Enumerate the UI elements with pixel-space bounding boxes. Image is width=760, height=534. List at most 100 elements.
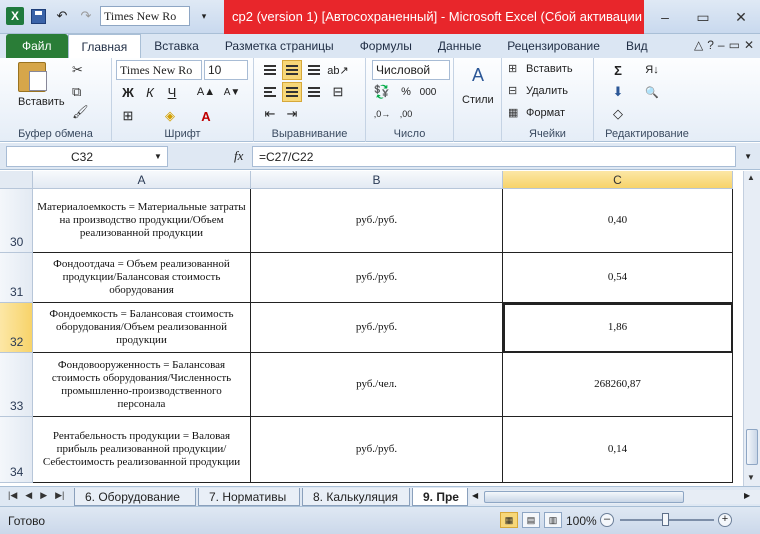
zoom-out-icon[interactable]: – (600, 513, 614, 527)
currency-format-icon[interactable]: 💱 (372, 82, 392, 102)
cell-b33[interactable]: руб./чел. (251, 353, 503, 417)
align-top-icon[interactable] (260, 60, 280, 80)
paste-button-label[interactable]: Вставить (18, 96, 65, 108)
redo-icon[interactable]: ↷ (76, 6, 96, 26)
tab-view[interactable]: Вид (613, 34, 661, 58)
expand-formula-bar-icon[interactable]: ▼ (744, 152, 752, 161)
next-sheet-icon[interactable]: ▶ (40, 490, 47, 501)
cell-c31[interactable]: 0,54 (503, 253, 733, 303)
cell-b34[interactable]: руб./руб. (251, 417, 503, 483)
close-icon[interactable]: ✕ (722, 0, 760, 34)
styles-icon[interactable]: A (466, 62, 490, 88)
name-box[interactable]: C32 (6, 146, 168, 167)
shrink-font-icon[interactable]: A▼ (222, 82, 242, 102)
tab-page-layout[interactable]: Разметка страницы (212, 34, 347, 58)
percent-format-icon[interactable]: % (396, 82, 416, 102)
sheet-tab-7[interactable]: 7. Нормативы (198, 488, 300, 506)
save-icon[interactable] (28, 6, 48, 26)
merge-center-icon[interactable]: ⊟ (328, 82, 348, 102)
fill-color-icon[interactable]: ◈ (160, 106, 180, 126)
row-header-32[interactable]: 32 (0, 303, 33, 353)
page-break-view-icon[interactable]: ▥ (544, 512, 562, 528)
scroll-down-icon[interactable]: ▼ (747, 473, 755, 482)
maximize-icon[interactable]: ▭ (684, 0, 722, 34)
font-color-icon[interactable]: A (196, 106, 216, 126)
format-painter-icon[interactable]: 🖌 (72, 104, 89, 120)
sheet-tab-6[interactable]: 6. Оборудование (74, 488, 196, 506)
align-center-icon[interactable] (282, 82, 302, 102)
cell-b30[interactable]: руб./руб. (251, 189, 503, 253)
cell-c32-selected[interactable]: 1,86 (503, 303, 733, 353)
tab-review[interactable]: Рецензирование (494, 34, 613, 58)
cell-b32[interactable]: руб./руб. (251, 303, 503, 353)
align-right-icon[interactable] (304, 82, 324, 102)
insert-cells-icon[interactable]: ⊞ (508, 62, 517, 75)
increase-decimal-icon[interactable]: ,0→ (372, 104, 392, 124)
cell-c30[interactable]: 0,40 (503, 189, 733, 253)
format-cells-icon[interactable]: ▦ (508, 106, 518, 119)
workbook-close-icon[interactable]: ✕ (744, 38, 754, 52)
cell-a34[interactable]: Рентабельность продукции = Валовая прибы… (33, 417, 251, 483)
scroll-right-icon[interactable]: ▶ (744, 491, 750, 500)
row-header-30[interactable]: 30 (0, 189, 33, 253)
align-left-icon[interactable] (260, 82, 280, 102)
font-size-combo[interactable]: 10 (204, 60, 248, 80)
decrease-indent-icon[interactable]: ⇤ (260, 104, 280, 124)
borders-icon[interactable]: ⊞ (118, 106, 138, 126)
workbook-minimize-icon[interactable]: – (718, 38, 725, 52)
insert-function-icon[interactable]: fx (234, 148, 243, 164)
tab-file[interactable]: Файл (6, 34, 68, 58)
workbook-restore-icon[interactable]: ▭ (729, 38, 740, 52)
scroll-up-icon[interactable]: ▲ (747, 173, 755, 182)
tab-formulas[interactable]: Формулы (347, 34, 425, 58)
first-sheet-icon[interactable]: |◀ (8, 490, 17, 501)
row-header-33[interactable]: 33 (0, 353, 33, 417)
fill-icon[interactable]: ⬇ (608, 82, 628, 102)
sheet-tab-8[interactable]: 8. Калькуляция (302, 488, 410, 506)
help-icon[interactable]: ? (707, 38, 714, 52)
italic-icon[interactable]: К (140, 82, 160, 102)
cell-c33[interactable]: 268260,87 (503, 353, 733, 417)
horizontal-scrollbar[interactable]: ◀ ▶ (470, 490, 760, 504)
tab-home[interactable]: Главная (67, 34, 142, 58)
cell-b31[interactable]: руб./руб. (251, 253, 503, 303)
orientation-icon[interactable]: ab↗ (327, 60, 348, 80)
paste-icon[interactable] (18, 62, 47, 92)
formula-input[interactable]: =C27/C22 (252, 146, 736, 167)
customize-qat-icon[interactable]: ▾ (194, 6, 214, 26)
increase-indent-icon[interactable]: ⇥ (282, 104, 302, 124)
prev-sheet-icon[interactable]: ◀ (25, 490, 32, 501)
zoom-slider-thumb[interactable] (662, 513, 669, 526)
cell-a31[interactable]: Фондоотдача = Объем реализованной продук… (33, 253, 251, 303)
delete-cells-button[interactable]: Удалить (526, 85, 568, 97)
insert-cells-button[interactable]: Вставить (526, 63, 573, 75)
vertical-scroll-thumb[interactable] (746, 429, 758, 465)
row-header-34[interactable]: 34 (0, 417, 33, 483)
scroll-left-icon[interactable]: ◀ (472, 491, 478, 500)
styles-button-label[interactable]: Стили (462, 94, 494, 106)
page-layout-view-icon[interactable]: ▤ (522, 512, 540, 528)
bold-icon[interactable]: Ж (118, 82, 138, 102)
excel-logo-icon[interactable]: X (6, 7, 24, 25)
decrease-decimal-icon[interactable]: ,00 (396, 104, 416, 124)
cell-a33[interactable]: Фондовооруженность = Балансовая стоимост… (33, 353, 251, 417)
select-all-corner[interactable] (0, 171, 33, 189)
align-bottom-icon[interactable] (304, 60, 324, 80)
clear-icon[interactable]: ◇ (608, 104, 628, 124)
column-header-b[interactable]: B (251, 171, 503, 189)
grow-font-icon[interactable]: A▲ (196, 82, 216, 102)
cell-a32[interactable]: Фондоемкость = Балансовая стоимость обор… (33, 303, 251, 353)
cell-c34[interactable]: 0,14 (503, 417, 733, 483)
zoom-in-icon[interactable]: + (718, 513, 732, 527)
autosum-icon[interactable]: Σ (608, 60, 628, 80)
vertical-scrollbar[interactable]: ▲ ▼ (743, 171, 760, 486)
normal-view-icon[interactable]: ▦ (500, 512, 518, 528)
tab-data[interactable]: Данные (425, 34, 494, 58)
column-header-c[interactable]: C (503, 171, 733, 189)
undo-icon[interactable]: ↶ (52, 6, 72, 26)
copy-icon[interactable]: ⧉ (72, 84, 81, 100)
cut-icon[interactable]: ✂ (72, 62, 83, 78)
row-header-31[interactable]: 31 (0, 253, 33, 303)
horizontal-scroll-thumb[interactable] (484, 491, 684, 503)
zoom-level[interactable]: 100% (566, 514, 597, 528)
